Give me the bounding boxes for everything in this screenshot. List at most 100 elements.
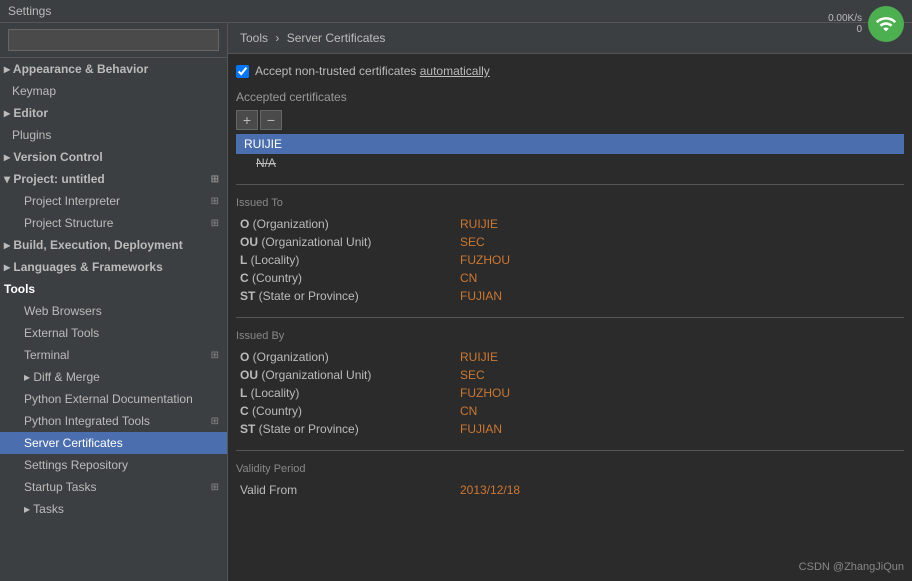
divider-3 (236, 450, 904, 451)
sidebar-item-build[interactable]: ▸ Build, Execution, Deployment (0, 234, 227, 256)
sidebar: ▸ Appearance & Behavior Keymap ▸ Editor … (0, 23, 228, 581)
sidebar-item-label: Project Interpreter (24, 194, 120, 208)
sidebar-item-web-browsers[interactable]: Web Browsers (0, 300, 227, 322)
field-value: SEC (456, 233, 904, 251)
sidebar-item-label: ▸ Appearance & Behavior (4, 62, 148, 76)
checkbox-label: Accept non-trusted certificates automati… (255, 64, 490, 78)
field-value: RUIJIE (456, 348, 904, 366)
field-value: FUZHOU (456, 384, 904, 402)
cert-name: RUIJIE (236, 134, 904, 154)
arrow-icon: ▸ (4, 62, 13, 76)
breadcrumb: Tools › Server Certificates (228, 23, 912, 54)
table-row: Valid From 2013/12/18 (236, 481, 904, 499)
sidebar-item-diff-merge[interactable]: ▸ Diff & Merge (0, 366, 227, 388)
sidebar-item-tools[interactable]: Tools (0, 278, 227, 300)
field-value: FUJIAN (456, 287, 904, 305)
sidebar-item-version-control[interactable]: ▸ Version Control (0, 146, 227, 168)
issued-to-title: Issued To (236, 197, 904, 209)
sidebar-item-python-ext-doc[interactable]: Python External Documentation (0, 388, 227, 410)
add-cert-button[interactable]: + (236, 110, 258, 130)
field-value: SEC (456, 366, 904, 384)
right-panel: Tools › Server Certificates Accept non-t… (228, 23, 912, 581)
accepted-certs-label: Accepted certificates (236, 90, 904, 104)
arrow-icon: ▸ (4, 150, 13, 164)
validity-title: Validity Period (236, 463, 904, 475)
field-value: CN (456, 269, 904, 287)
sidebar-item-settings-repo[interactable]: Settings Repository (0, 454, 227, 476)
table-row: L (Locality) FUZHOU (236, 384, 904, 402)
sidebar-item-label: Startup Tasks (24, 480, 96, 494)
issued-by-section: Issued By O (Organization) RUIJIE OU (Or… (236, 330, 904, 438)
sidebar-item-project-interpreter[interactable]: Project Interpreter ⊞ (0, 190, 227, 212)
icon-right: ⊞ (211, 218, 219, 229)
field-value: FUJIAN (456, 420, 904, 438)
table-row: C (Country) CN (236, 269, 904, 287)
arrow-icon: ▸ (24, 370, 33, 384)
field-key: C (Country) (236, 402, 456, 420)
field-key: ST (State or Province) (236, 420, 456, 438)
sidebar-item-label: Terminal (24, 348, 69, 362)
sidebar-item-appearance[interactable]: ▸ Appearance & Behavior (0, 58, 227, 80)
status-indicator: 0.00K/s 0 (828, 6, 904, 42)
sidebar-item-project-structure[interactable]: Project Structure ⊞ (0, 212, 227, 234)
sidebar-item-keymap[interactable]: Keymap (0, 80, 227, 102)
divider-2 (236, 317, 904, 318)
field-value: 2013/12/18 (456, 481, 904, 499)
table-row: OU (Organizational Unit) SEC (236, 233, 904, 251)
sidebar-item-project[interactable]: ▾ Project: untitled ⊞ (0, 168, 227, 190)
icon-right: ⊞ (211, 416, 219, 427)
sidebar-item-python-integrated[interactable]: Python Integrated Tools ⊞ (0, 410, 227, 432)
cert-row-sub[interactable]: N/A (236, 154, 904, 172)
arrow-icon: ▸ (4, 238, 13, 252)
field-key: L (Locality) (236, 251, 456, 269)
cert-sub: N/A (236, 154, 904, 172)
validity-section: Validity Period Valid From 2013/12/18 (236, 463, 904, 499)
icon-right: ⊞ (211, 350, 219, 361)
wifi-icon (868, 6, 904, 42)
field-value: RUIJIE (456, 215, 904, 233)
issued-by-table: O (Organization) RUIJIE OU (Organization… (236, 348, 904, 438)
search-input[interactable] (8, 29, 219, 51)
speed-value: 0.00K/s (828, 13, 862, 24)
sidebar-item-editor[interactable]: ▸ Editor (0, 102, 227, 124)
table-row: OU (Organizational Unit) SEC (236, 366, 904, 384)
sidebar-item-tasks[interactable]: ▸ Tasks (0, 498, 227, 520)
arrow-icon: ▸ (24, 502, 33, 516)
arrow-icon: ▾ (4, 172, 13, 186)
sidebar-item-label: External Tools (24, 326, 99, 340)
sidebar-item-languages[interactable]: ▸ Languages & Frameworks (0, 256, 227, 278)
table-row: O (Organization) RUIJIE (236, 215, 904, 233)
field-value: FUZHOU (456, 251, 904, 269)
remove-cert-button[interactable]: − (260, 110, 282, 130)
table-row: O (Organization) RUIJIE (236, 348, 904, 366)
icon-right: ⊞ (211, 196, 219, 207)
breadcrumb-root: Tools (240, 31, 268, 45)
panel-content: Accept non-trusted certificates automati… (228, 54, 912, 581)
sidebar-item-terminal[interactable]: Terminal ⊞ (0, 344, 227, 366)
sidebar-item-external-tools[interactable]: External Tools (0, 322, 227, 344)
project-icon: ⊞ (211, 174, 219, 185)
cert-toolbar: + − (236, 110, 904, 130)
title-bar: Settings (0, 0, 912, 23)
sidebar-item-label: Plugins (12, 128, 51, 142)
validity-table: Valid From 2013/12/18 (236, 481, 904, 499)
sidebar-item-label: Project Structure (24, 216, 113, 230)
arrow-icon: ▸ (4, 106, 13, 120)
sidebar-list: ▸ Appearance & Behavior Keymap ▸ Editor … (0, 58, 227, 581)
issued-by-title: Issued By (236, 330, 904, 342)
auto-accept-checkbox[interactable] (236, 65, 249, 78)
search-box[interactable] (0, 23, 227, 58)
sidebar-item-label: Python Integrated Tools (24, 414, 150, 428)
cert-row-header[interactable]: RUIJIE (236, 134, 904, 154)
sidebar-item-startup-tasks[interactable]: Startup Tasks ⊞ (0, 476, 227, 498)
sidebar-item-label: Server Certificates (24, 436, 123, 450)
field-key: OU (Organizational Unit) (236, 233, 456, 251)
checkbox-row[interactable]: Accept non-trusted certificates automati… (236, 62, 904, 80)
sidebar-item-server-certs[interactable]: Server Certificates (0, 432, 227, 454)
breadcrumb-current: Server Certificates (287, 31, 386, 45)
field-key: O (Organization) (236, 348, 456, 366)
sidebar-item-plugins[interactable]: Plugins (0, 124, 227, 146)
field-key: O (Organization) (236, 215, 456, 233)
field-key: C (Country) (236, 269, 456, 287)
table-row: ST (State or Province) FUJIAN (236, 420, 904, 438)
